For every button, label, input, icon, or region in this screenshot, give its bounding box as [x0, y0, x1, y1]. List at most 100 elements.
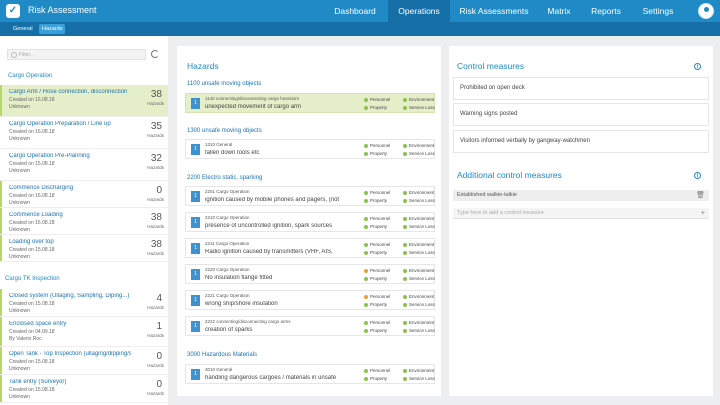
hazard-card[interactable]: 1 2222 connecting/disconnecting cargo ar… — [185, 316, 435, 336]
hazard-code-icon: 1 — [191, 98, 200, 109]
tag-property: Property — [364, 328, 387, 333]
item-date: Created on 16.08.18 — [9, 97, 55, 103]
tag-personnel: Personnel — [364, 216, 390, 221]
control-measure-item[interactable]: Visitors informed verbally by gangway-wa… — [453, 130, 709, 153]
info-icon[interactable]: i — [694, 172, 701, 179]
tag-service-loss: Service Loss — [403, 151, 435, 156]
hazard-description: presence of uncontrolled ignition, spark… — [205, 223, 333, 229]
hazard-count: 0 — [156, 379, 162, 390]
add-control-input[interactable]: Type here to add a control measure + — [453, 208, 709, 219]
item-date: Created on 15.08.18 — [9, 301, 55, 307]
trash-icon[interactable]: 🗑 — [696, 190, 705, 201]
hazard-category: 2211 Cargo Operation — [205, 241, 250, 246]
hazard-description: fallen down tools etc — [205, 150, 260, 156]
tag-property: Property — [364, 198, 387, 203]
hazard-card[interactable]: 1 1310 General fallen down tools etc Per… — [185, 139, 435, 159]
control-measure-item[interactable]: Warning signs posted — [453, 103, 709, 126]
hazard-count: 1 — [156, 321, 162, 332]
filter-input[interactable]: Filter... — [7, 49, 146, 60]
nav-risk-assessments[interactable]: Risk Assessments — [450, 0, 538, 22]
nav-settings[interactable]: Settings — [632, 0, 684, 22]
list-item[interactable]: Cargo Operation Preparation / Line up Cr… — [0, 117, 168, 149]
hazard-section-label: 3000 Hazardous Materials — [187, 352, 258, 358]
item-title: Open Tank - Top Inspection (ullaging/dip… — [9, 351, 131, 357]
tag-environment: Environment — [403, 97, 434, 102]
hazard-card[interactable]: 1 2210 Cargo Operation presence of uncon… — [185, 212, 435, 232]
hazard-category: 1310 General — [205, 142, 233, 147]
hazard-count: 38 — [150, 89, 162, 100]
checklist-icon[interactable]: ✓ — [6, 4, 20, 18]
hazard-card[interactable]: 1 3010 General handling dangerous cargoe… — [185, 364, 435, 384]
list-item[interactable]: Commence Loading Created on 16.08.18 Unk… — [0, 208, 168, 235]
refresh-icon[interactable] — [151, 50, 159, 58]
tag-environment: Environment — [403, 143, 434, 148]
hazard-category: 3010 General — [205, 367, 233, 372]
list-item[interactable]: Tank entry (Surveyor) Created on 15.08.1… — [0, 375, 168, 403]
list-item[interactable]: Loading over top Created on 15.08.18 Unk… — [0, 235, 168, 262]
tag-environment: Environment — [403, 216, 434, 221]
item-title: Cargo Operation Preparation / Line up — [9, 121, 111, 127]
item-author: Unknown — [9, 394, 30, 400]
tag-environment: Environment — [403, 294, 434, 299]
item-date: Created on 15.08.18 — [9, 247, 55, 253]
tag-property: Property — [364, 151, 387, 156]
tag-environment: Environment — [403, 190, 434, 195]
list-item[interactable]: Closed system (Ullaging, Sampling, Dipin… — [0, 289, 168, 317]
plus-icon[interactable]: + — [701, 208, 705, 219]
additional-control-item[interactable]: Established walkie-talkie 🗑 — [453, 190, 709, 201]
control-measures-panel: Control measures i Prohibited on open de… — [449, 46, 713, 396]
tab-general[interactable]: General — [10, 24, 36, 34]
list-item[interactable]: Open Tank - Top Inspection (ullaging/dip… — [0, 347, 168, 375]
hazard-card[interactable]: 1 2211 Cargo Operation Radio ignition ca… — [185, 238, 435, 258]
hazard-count: 32 — [150, 153, 162, 164]
hazard-count: 0 — [156, 351, 162, 362]
hazard-section-label: 1300 unsafe moving objects — [187, 128, 262, 134]
hazard-count-unit: Hazards — [147, 133, 164, 138]
item-title: Commence Loading — [9, 212, 63, 218]
hazard-card[interactable]: 1 2220 Cargo Operation No insulation fla… — [185, 264, 435, 284]
item-author: Unknown — [9, 104, 30, 110]
hazard-code-icon: 1 — [191, 321, 200, 332]
list-item[interactable]: Cargo Operation Pre-Planning Created on … — [0, 149, 168, 181]
tab-hazards[interactable]: Hazards — [39, 24, 66, 34]
hazard-category: 2221 Cargo Operation — [205, 293, 250, 298]
tag-environment: Environment — [403, 268, 434, 273]
item-date: Created on 04.09.18 — [9, 329, 55, 335]
nav-matrix[interactable]: Matrix — [538, 0, 580, 22]
list-item[interactable]: Cargo Arm / Hose connection, disconnecti… — [0, 85, 168, 117]
hazard-count-unit: Hazards — [147, 251, 164, 256]
hazard-description: No insulation flange fitted — [205, 275, 273, 281]
info-icon[interactable]: i — [694, 63, 701, 70]
hazard-description: wrong ship/shore insulation — [205, 301, 278, 307]
hazard-count-unit: Hazards — [147, 391, 164, 396]
hazard-description: ignition caused by mobile phones and pag… — [205, 197, 340, 203]
item-date: Created on 15.08.18 — [9, 387, 55, 393]
hazard-code-icon: 1 — [191, 243, 200, 254]
hazard-count-unit: Hazards — [147, 224, 164, 229]
avatar[interactable] — [698, 3, 714, 19]
hazard-card[interactable]: 1 2221 Cargo Operation wrong ship/shore … — [185, 290, 435, 310]
hazard-count: 38 — [150, 239, 162, 250]
hazard-category: 2220 Cargo Operation — [205, 267, 250, 272]
hazard-code-icon: 1 — [191, 295, 200, 306]
hazard-category: 1140 connecting/disconnecting cargo hose… — [205, 96, 299, 101]
control-measure-item[interactable]: Prohibited on open deck — [453, 77, 709, 100]
item-date: Created on 16.08.18 — [9, 129, 55, 135]
tag-property: Property — [364, 276, 387, 281]
nav-operations[interactable]: Operations — [388, 0, 450, 22]
item-author: Unknown — [9, 227, 30, 233]
list-item[interactable]: Enclosed space entry Created on 04.09.18… — [0, 317, 168, 347]
list-item[interactable]: Commence Discharging Created on 16.08.18… — [0, 181, 168, 208]
nav-dashboard[interactable]: Dashboard — [322, 0, 388, 22]
tag-personnel: Personnel — [364, 268, 390, 273]
hazard-card[interactable]: 1 1140 connecting/disconnecting cargo ho… — [185, 93, 435, 113]
item-author: Unknown — [9, 136, 30, 142]
item-title: Tank entry (Surveyor) — [9, 379, 67, 385]
tag-property: Property — [364, 250, 387, 255]
top-bar: ✓ Risk Assessment Dashboard Operations R… — [0, 0, 720, 22]
additional-controls-title: Additional control measures — [457, 170, 562, 180]
hazard-count: 4 — [156, 293, 162, 304]
nav-reports[interactable]: Reports — [580, 0, 632, 22]
hazard-card[interactable]: 1 2201 Cargo Operation ignition caused b… — [185, 186, 435, 206]
hazard-code-icon: 1 — [191, 191, 200, 202]
